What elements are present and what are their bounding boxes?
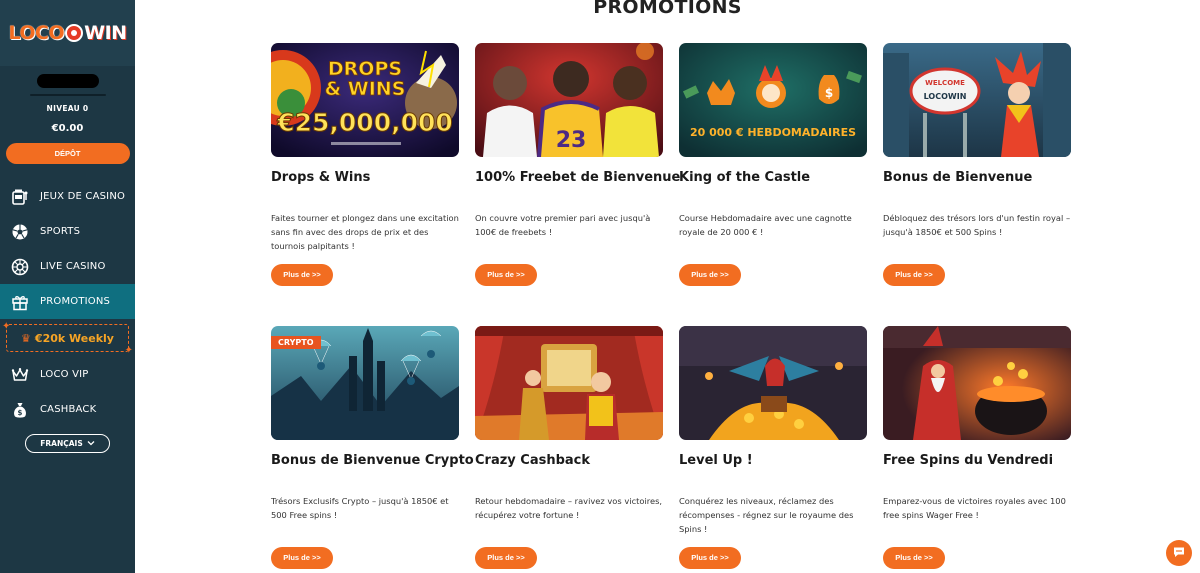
more-button[interactable]: Plus de >>	[475, 264, 537, 286]
weekly-banner: 20 000 € HEBDOMADAIRES	[690, 126, 856, 139]
chevron-down-icon	[87, 439, 95, 448]
promo-image-king-of-castle[interactable]: $ 20 000 € HEBDOMADAIRES	[679, 43, 867, 157]
sidebar: LOCO WIN NIVEAU 0 €0.00 DÉPÔT JEUX DE CA…	[0, 0, 135, 573]
sidebar-item-sports[interactable]: SPORTS	[0, 214, 135, 249]
promo-image-friday-free-spins[interactable]	[883, 326, 1071, 440]
slot-machine-icon	[11, 188, 29, 206]
promo-title: Level Up !	[679, 453, 753, 468]
sidebar-item-loco-vip[interactable]: LOCO VIP	[0, 357, 135, 392]
sidebar-item-label: PROMOTIONS	[40, 296, 111, 307]
more-button[interactable]: Plus de >>	[883, 547, 945, 569]
logo-area[interactable]: LOCO WIN	[0, 0, 135, 66]
promo-description: Emparez-vous de victoires royales avec 1…	[883, 496, 1066, 520]
svg-text:$: $	[825, 86, 833, 100]
sidebar-item-label: LIVE CASINO	[40, 261, 106, 272]
promo-description: Trésors Exclusifs Crypto – jusqu'à 1850€…	[271, 496, 449, 520]
sidebar-item-promotions[interactable]: PROMOTIONS	[0, 284, 135, 319]
live-chat-button[interactable]	[1166, 540, 1192, 566]
chat-bubble-icon	[1172, 544, 1186, 563]
promo-title: Crazy Cashback	[475, 453, 591, 468]
sidebar-item-label: CASHBACK	[40, 404, 97, 415]
promo-title: King of the Castle	[679, 170, 811, 185]
sign-welcome: WELCOME	[925, 79, 965, 87]
more-button[interactable]: Plus de >>	[883, 264, 945, 286]
promo-title: Free Spins du Vendredi	[883, 453, 1054, 468]
promo-card: Crazy Cashback Retour hebdomadaire – rav…	[475, 326, 663, 569]
logo-text-loco: LOCO	[8, 22, 65, 44]
language-selector[interactable]: FRANÇAIS	[25, 434, 110, 453]
promo-image-freebet[interactable]: 23	[475, 43, 663, 157]
promo-card: Level Up ! Conquérez les niveaux, réclam…	[679, 326, 867, 569]
sidebar-item-label: SPORTS	[40, 226, 81, 237]
deposit-button[interactable]: DÉPÔT	[5, 143, 130, 164]
more-button[interactable]: Plus de >>	[271, 264, 333, 286]
weekly-promo-button[interactable]: ✦ ✦ ♛ €20k Weekly	[2, 321, 133, 356]
promo-description: Course Hebdomadaire avec une cagnotte ro…	[679, 213, 852, 237]
promo-description: Conquérez les niveaux, réclamez des réco…	[679, 496, 854, 534]
wins-headline: & WINS	[325, 78, 406, 100]
promo-title: Drops & Wins	[271, 170, 371, 185]
promo-card: 23 100% Freebet de Bienvenue On couvre v…	[475, 43, 681, 286]
divider	[29, 94, 106, 96]
promo-card: WELCOME LOCOWIN Bonus de Bienvenue Déblo…	[883, 43, 1071, 286]
weekly-label: €20k Weekly	[34, 331, 114, 345]
brand-logo[interactable]: LOCO WIN	[8, 22, 127, 44]
promo-image-crazy-cashback[interactable]	[475, 326, 663, 440]
sparkle-icon: ✦	[124, 345, 133, 356]
user-balance: €0.00	[51, 123, 84, 134]
promo-title: 100% Freebet de Bienvenue	[475, 170, 681, 185]
more-button[interactable]: Plus de >>	[475, 547, 537, 569]
logo-text-win: WIN	[84, 22, 127, 44]
main-content: PROMOTIONS DROPS & WINS €25,000,000 Drop	[135, 0, 1200, 573]
more-button[interactable]: Plus de >>	[679, 264, 741, 286]
jester-logo-icon	[65, 24, 84, 42]
soccer-ball-icon	[11, 223, 29, 241]
more-button[interactable]: Plus de >>	[271, 547, 333, 569]
promo-card: CRYPTO Bonus de Bienvenue Crypto Trésors…	[271, 326, 474, 569]
money-bag-icon: $	[11, 401, 29, 419]
page-title: PROMOTIONS	[593, 0, 742, 18]
sparkle-icon: ✦	[2, 321, 11, 332]
promo-image-drops-wins[interactable]: DROPS & WINS €25,000,000	[271, 43, 459, 157]
sidebar-nav: JEUX DE CASINO SPORTS LIVE CASINO PROMOT…	[0, 179, 135, 427]
jackpot-amount: €25,000,000	[276, 108, 453, 137]
roulette-icon	[11, 258, 29, 276]
promo-image-crypto-bonus[interactable]: CRYPTO	[271, 326, 459, 440]
promo-card: $ 20 000 € HEBDOMADAIRES King of the Cas…	[679, 43, 867, 286]
promo-description: Retour hebdomadaire – ravivez vos victoi…	[475, 496, 663, 520]
promo-description: On couvre votre premier pari avec jusqu'…	[475, 213, 651, 237]
sidebar-item-label: LOCO VIP	[40, 369, 89, 380]
promo-image-level-up[interactable]	[679, 326, 867, 440]
jersey-number: 23	[556, 128, 587, 153]
user-panel: NIVEAU 0 €0.00 DÉPÔT	[0, 66, 135, 164]
crypto-badge: CRYPTO	[271, 336, 321, 349]
sidebar-item-cashback[interactable]: $ CASHBACK	[0, 392, 135, 427]
sidebar-item-live-casino[interactable]: LIVE CASINO	[0, 249, 135, 284]
crown-icon: ♛	[21, 331, 31, 345]
sidebar-item-casino-games[interactable]: JEUX DE CASINO	[0, 179, 135, 214]
sidebar-item-label: JEUX DE CASINO	[40, 191, 126, 202]
promo-card: Free Spins du Vendredi Emparez-vous de v…	[883, 326, 1071, 569]
gift-icon	[11, 293, 29, 311]
promo-description: Faites tourner et plongez dans une excit…	[271, 213, 459, 251]
sign-locowin: LOCOWIN	[924, 92, 967, 101]
svg-text:$: $	[17, 409, 22, 417]
more-button[interactable]: Plus de >>	[679, 547, 741, 569]
user-level: NIVEAU 0	[46, 104, 89, 113]
username-redacted	[36, 74, 99, 88]
drops-headline: DROPS	[328, 58, 402, 80]
promo-card: DROPS & WINS €25,000,000 Drops & Wins Fa…	[271, 43, 459, 286]
promo-description: Débloquez des trésors lors d'un festin r…	[883, 213, 1071, 237]
language-label: FRANÇAIS	[40, 439, 83, 448]
promo-image-welcome-bonus[interactable]: WELCOME LOCOWIN	[883, 43, 1071, 157]
promo-title: Bonus de Bienvenue	[883, 170, 1033, 185]
crown-icon	[11, 366, 29, 384]
promo-title: Bonus de Bienvenue Crypto	[271, 453, 474, 468]
